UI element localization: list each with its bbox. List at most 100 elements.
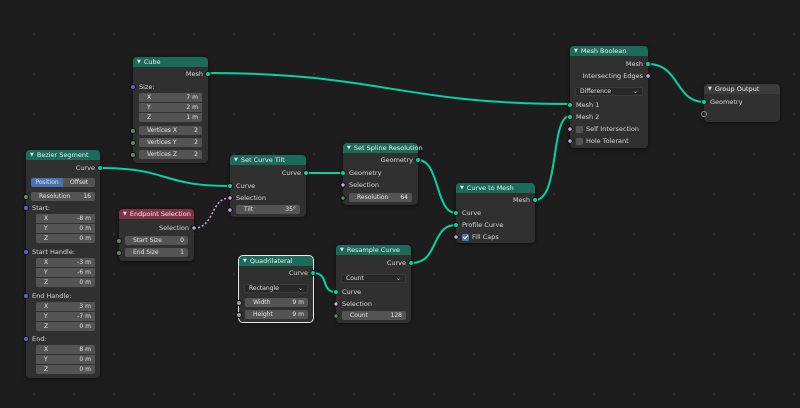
start-x-field[interactable]: X -8 m — [36, 214, 95, 223]
input-socket[interactable] — [453, 210, 459, 216]
resolution-field[interactable]: Resolution 64 — [349, 193, 412, 202]
node-header[interactable]: ▼ Set Curve Tilt — [230, 155, 306, 165]
input-socket[interactable] — [701, 99, 707, 105]
empty-input-socket[interactable] — [701, 111, 707, 117]
fill-caps-checkbox[interactable] — [462, 233, 469, 241]
input-socket[interactable] — [23, 293, 29, 299]
vertices-x-field[interactable]: Vertices X 2 — [139, 126, 202, 135]
end-y-field[interactable]: Y 0 m — [36, 355, 95, 364]
end-handle-z-field[interactable]: Z 0 m — [36, 322, 95, 331]
mode-dropdown[interactable]: Rectangle ⌄ — [244, 284, 308, 293]
input-socket[interactable] — [23, 205, 29, 211]
output-socket[interactable] — [415, 157, 421, 163]
start-z-field[interactable]: Z 0 m — [36, 234, 95, 243]
output-socket[interactable] — [303, 170, 309, 176]
node-group-output[interactable]: ▼ Group Output Geometry — [701, 84, 780, 122]
collapse-chevron-icon[interactable]: ▼ — [243, 258, 247, 264]
input-socket[interactable] — [227, 183, 233, 189]
input-socket[interactable] — [453, 222, 459, 228]
count-field[interactable]: Count 128 — [342, 311, 406, 320]
operation-dropdown[interactable]: Difference ⌄ — [575, 87, 643, 96]
input-socket[interactable] — [566, 125, 574, 133]
output-socket[interactable] — [205, 71, 211, 77]
start-handle-z-field[interactable]: Z 0 m — [36, 278, 95, 287]
collapse-chevron-icon[interactable]: ▼ — [137, 59, 141, 65]
input-socket[interactable] — [332, 300, 340, 308]
vertices-y-field[interactable]: Vertices Y 2 — [139, 138, 202, 147]
input-socket[interactable] — [130, 152, 136, 158]
node-set-curve-tilt[interactable]: ▼ Set Curve Tilt Curve Curve Selection Ti… — [226, 155, 309, 217]
collapse-chevron-icon[interactable]: ▼ — [460, 185, 464, 191]
node-set-spline-resolution[interactable]: ▼ Set Spline Resolution Geometry Geometry… — [339, 143, 423, 205]
input-socket[interactable] — [566, 137, 574, 145]
input-socket[interactable] — [23, 249, 29, 255]
height-field[interactable]: Height 9 m — [245, 310, 308, 319]
end-handle-x-field[interactable]: X 3 m — [36, 302, 95, 311]
input-socket[interactable] — [332, 312, 340, 320]
collapse-chevron-icon[interactable]: ▼ — [234, 157, 238, 163]
input-socket[interactable] — [23, 194, 29, 200]
start-y-field[interactable]: Y 0 m — [36, 224, 95, 233]
start-handle-x-field[interactable]: X -3 m — [36, 258, 95, 267]
node-header[interactable]: ▼ Bezier Segment — [26, 150, 100, 160]
hole-tolerant-checkbox[interactable] — [576, 137, 583, 145]
input-socket[interactable] — [339, 194, 347, 202]
start-handle-y-field[interactable]: Y -6 m — [36, 268, 95, 277]
output-socket[interactable] — [644, 72, 652, 80]
self-intersection-checkbox[interactable] — [576, 125, 583, 133]
input-socket[interactable] — [226, 194, 234, 202]
input-socket[interactable] — [567, 114, 573, 120]
node-bezier-segment[interactable]: ▼ Bezier Segment Curve Position Offset Re… — [23, 150, 103, 378]
output-socket[interactable] — [190, 224, 198, 232]
mode-dropdown[interactable]: Count ⌄ — [341, 274, 406, 283]
collapse-chevron-icon[interactable]: ▼ — [574, 48, 578, 54]
node-resample-curve[interactable]: ▼ Resample Curve Curve Count ⌄ Curve Selec… — [332, 245, 414, 323]
input-socket[interactable] — [116, 250, 122, 256]
output-socket[interactable] — [97, 165, 103, 171]
input-socket[interactable] — [130, 128, 136, 134]
collapse-chevron-icon[interactable]: ▼ — [340, 247, 344, 253]
node-header[interactable]: ▼ Group Output — [704, 84, 780, 94]
size-x-field[interactable]: X 7 m — [139, 93, 202, 102]
input-socket[interactable] — [236, 312, 242, 318]
node-curve-to-mesh[interactable]: ▼ Curve to Mesh Mesh Curve Profile Curve … — [452, 183, 538, 243]
node-header[interactable]: ▼ Cube — [133, 57, 208, 67]
node-header[interactable]: ▼ Resample Curve — [336, 245, 411, 255]
end-handle-y-field[interactable]: Y -7 m — [36, 312, 95, 321]
collapse-chevron-icon[interactable]: ▼ — [30, 152, 34, 158]
input-socket[interactable] — [130, 84, 136, 90]
node-header[interactable]: ▼ Curve to Mesh — [456, 183, 535, 193]
input-socket[interactable] — [567, 102, 573, 108]
tilt-field[interactable]: Tilt 35° — [236, 205, 300, 214]
end-x-field[interactable]: X 8 m — [36, 345, 95, 354]
node-cube[interactable]: ▼ Cube Mesh Size: X 7 m Y 2 m Z 1 m Vertices… — [130, 57, 211, 163]
collapse-chevron-icon[interactable]: ▼ — [123, 211, 127, 217]
input-socket[interactable] — [130, 140, 136, 146]
output-socket[interactable] — [310, 270, 316, 276]
node-header[interactable]: ▼ Endpoint Selection — [119, 209, 194, 219]
input-socket[interactable] — [116, 238, 122, 244]
mode-position-button[interactable]: Position — [31, 178, 63, 187]
node-quadrilateral[interactable]: ▼ Quadrilateral Curve Rectangle ⌄ Width 9 m… — [236, 255, 316, 323]
input-socket[interactable] — [339, 181, 347, 189]
size-z-field[interactable]: Z 1 m — [139, 113, 202, 122]
size-y-field[interactable]: Y 2 m — [139, 103, 202, 112]
input-socket[interactable] — [236, 300, 242, 306]
end-z-field[interactable]: Z 0 m — [36, 365, 95, 374]
node-header[interactable]: ▼ Mesh Boolean — [570, 46, 648, 56]
node-header[interactable]: ▼ Set Spline Resolution — [343, 143, 423, 153]
node-mesh-boolean[interactable]: ▼ Mesh Boolean Mesh Intersecting Edges Di… — [566, 46, 652, 148]
node-endpoint-selection[interactable]: ▼ Endpoint Selection Selection Start Size… — [116, 209, 198, 261]
mode-offset-button[interactable]: Offset — [63, 178, 95, 187]
output-socket[interactable] — [645, 61, 651, 67]
end-size-field[interactable]: End Size 1 — [125, 248, 188, 257]
output-socket[interactable] — [532, 197, 538, 203]
resolution-field[interactable]: Resolution 16 — [31, 192, 95, 201]
width-field[interactable]: Width 9 m — [245, 298, 308, 307]
vertices-z-field[interactable]: Vertices Z 2 — [139, 150, 202, 159]
input-socket[interactable] — [452, 233, 460, 241]
input-socket[interactable] — [226, 206, 234, 214]
start-size-field[interactable]: Start Size 0 — [125, 236, 188, 245]
input-socket[interactable] — [333, 289, 339, 295]
node-header[interactable]: ▼ Quadrilateral — [239, 256, 313, 266]
